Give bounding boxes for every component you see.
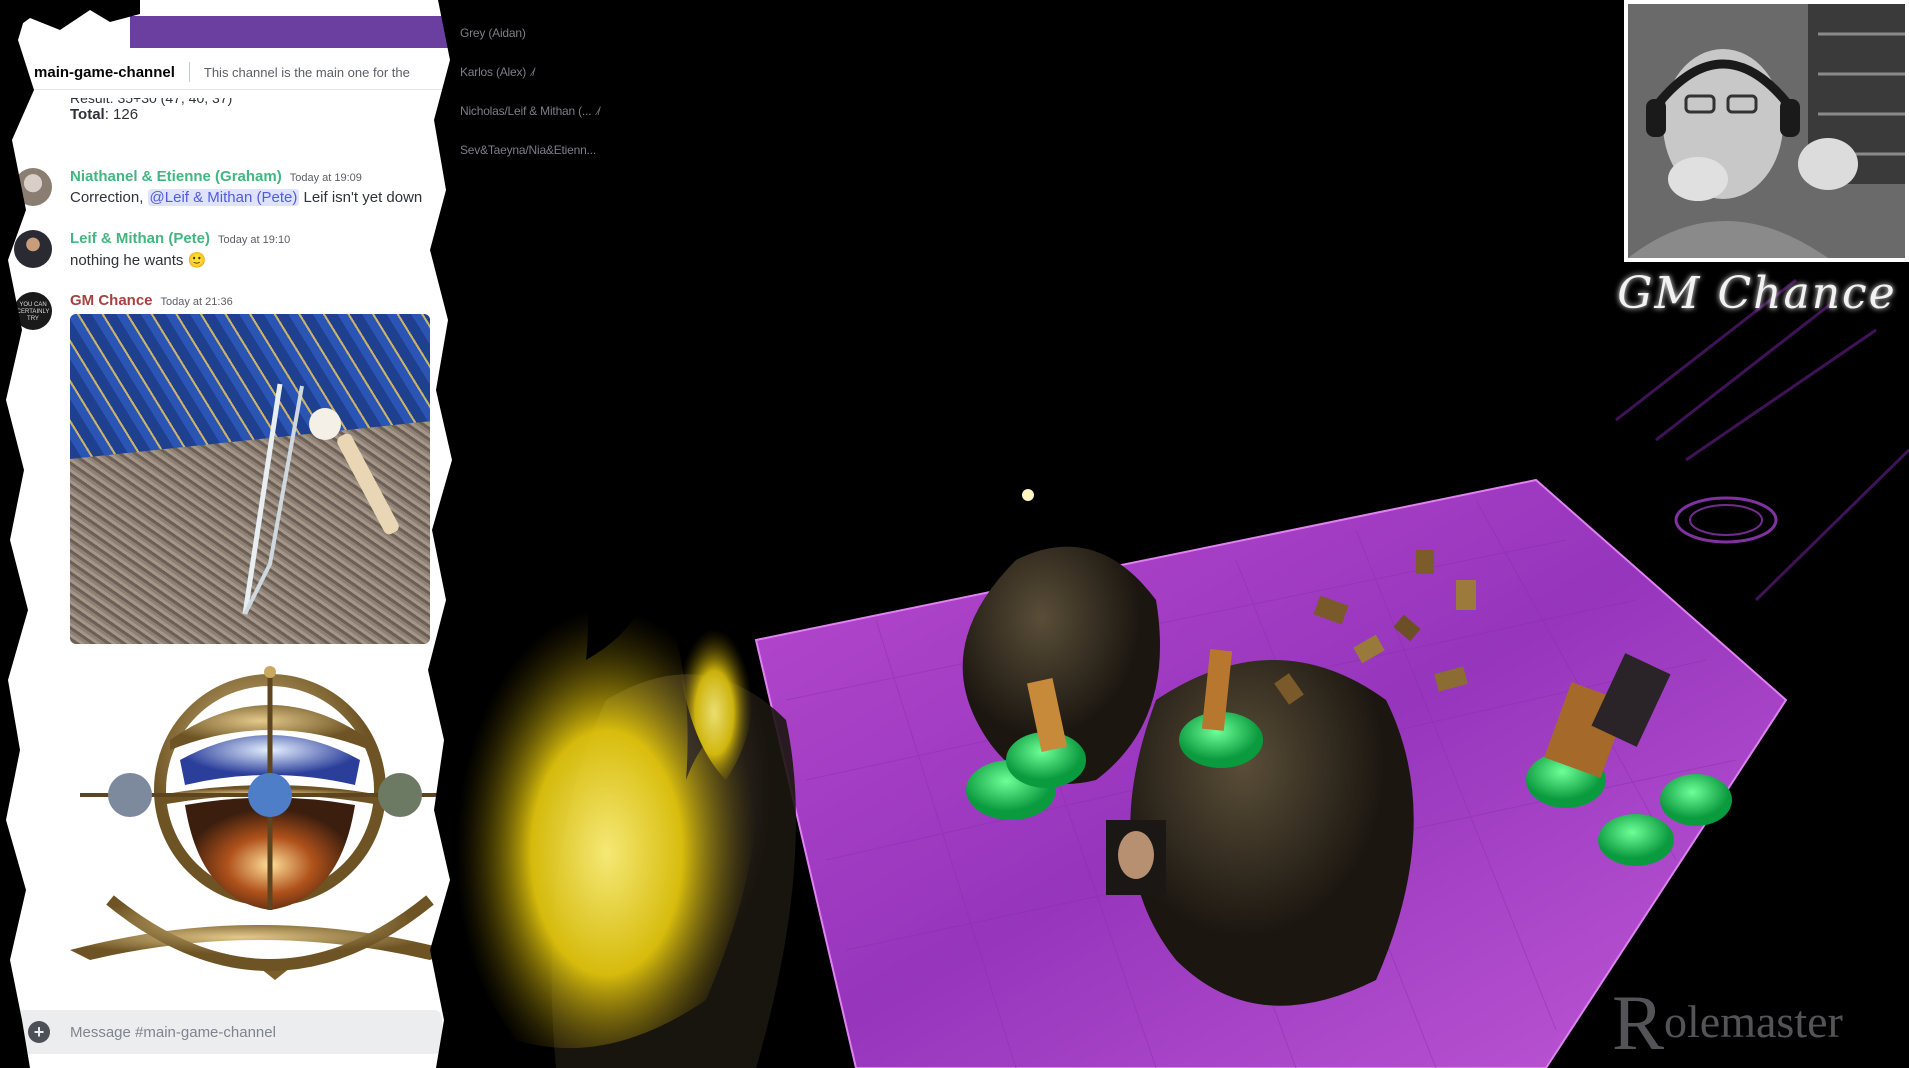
author-name[interactable]: Leif & Mithan (Pete)	[70, 230, 210, 247]
voice-member-name: Grey (Aidan)	[460, 26, 526, 40]
muted-mic-icon: ⁄̸	[597, 106, 599, 118]
voice-channel-list: Grey (Aidan) Karlos (Alex) ⁄̸ Nicholas/Le…	[458, 0, 658, 170]
channel-name[interactable]: main-game-channel	[34, 64, 175, 81]
watermark-initial: R	[1612, 979, 1665, 1066]
message-input[interactable]	[68, 1022, 412, 1042]
message-author[interactable]: Leif & Mithan (Pete) Today at 19:10	[70, 230, 290, 247]
message-input-bar: +	[12, 1010, 442, 1054]
webcam-feed	[1624, 0, 1909, 262]
message-text: nothing he wants 🙂	[70, 251, 206, 269]
muted-mic-icon: ⁄̸	[532, 67, 534, 79]
discord-top-bar	[130, 16, 456, 48]
voice-member-name: Karlos (Alex)	[460, 65, 527, 79]
message-timestamp: Today at 19:10	[218, 234, 291, 246]
watermark-rest: olemaster	[1664, 996, 1843, 1047]
message-author[interactable]: Niathanel & Etienne (Graham) Today at 19:…	[70, 168, 362, 185]
voice-member[interactable]: Karlos (Alex) ⁄̸	[460, 65, 534, 79]
discord-panel: # main-game-channel This channel is the …	[0, 0, 456, 1068]
message-timestamp: Today at 21:36	[160, 296, 233, 308]
tuning-fork-image	[242, 383, 399, 615]
author-name[interactable]: Niathanel & Etienne (Graham)	[70, 168, 282, 185]
voice-member[interactable]: Nicholas/Leif & Mithan (... ⁄̸	[460, 104, 599, 118]
message-timestamp: Today at 19:09	[289, 172, 362, 184]
header-divider	[188, 62, 190, 82]
message-author[interactable]: GM Chance Today at 21:36	[70, 292, 233, 309]
armillary-sphere-image	[70, 666, 450, 980]
total-label: Total	[70, 106, 105, 123]
torn-edge-left	[0, 0, 34, 1068]
image-attachment[interactable]	[70, 314, 430, 644]
message-text: Correction, @Leif & Mithan (Pete) Leif i…	[70, 189, 422, 206]
voice-member[interactable]: Grey (Aidan)	[460, 26, 526, 40]
partial-result-line: Result: 35+30 (47, 40, 37)	[70, 90, 233, 106]
author-name[interactable]: GM Chance	[70, 292, 153, 309]
channel-topic: This channel is the main one for the	[203, 64, 410, 80]
voice-member-name: Sev&Taeyna/Nia&Etienn...	[460, 143, 596, 157]
total-line: Total: 126	[70, 106, 138, 123]
torn-edge-right	[428, 0, 456, 1068]
light-source-icon	[1022, 489, 1034, 501]
gm-title-overlay: GM Chance	[1617, 268, 1897, 319]
torn-edge-top	[0, 0, 140, 40]
streamer-video	[1628, 4, 1905, 258]
user-mention[interactable]: @Leif & Mithan (Pete)	[147, 189, 300, 206]
channel-header: # main-game-channel This channel is the …	[0, 55, 456, 90]
rolemaster-watermark: Rolemaster	[1612, 978, 1843, 1068]
rock-formation[interactable]	[1130, 660, 1414, 1006]
message-text-content: nothing he wants	[70, 252, 184, 269]
message-text-after: Leif isn't yet down	[299, 189, 423, 206]
total-value: : 126	[104, 106, 139, 123]
message-text-before: Correction,	[70, 189, 148, 206]
voice-member[interactable]: Sev&Taeyna/Nia&Etienn...	[460, 143, 596, 157]
smile-emoji-icon: 🙂	[187, 252, 207, 269]
voice-member-name: Nicholas/Leif & Mithan (...	[460, 104, 592, 118]
